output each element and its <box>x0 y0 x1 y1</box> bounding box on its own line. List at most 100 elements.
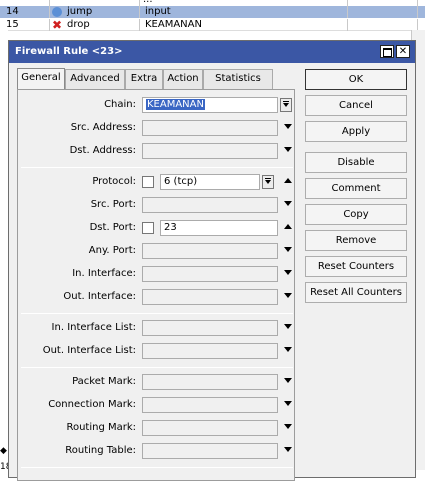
src-port-expand-icon[interactable] <box>284 201 292 206</box>
rule-action: jump <box>64 6 140 18</box>
src-address-input[interactable] <box>142 120 278 136</box>
table-row[interactable]: 14 jump input <box>0 6 425 18</box>
out-interface-list-expand-icon[interactable] <box>284 347 292 352</box>
protocol-dropdown-icon[interactable] <box>262 175 274 189</box>
out-interface-label: Out. Interface: <box>63 291 136 302</box>
in-interface-label: In. Interface: <box>72 268 136 279</box>
table-row[interactable]: 15 ✖ drop KEAMANAN <box>0 19 425 31</box>
chain-dropdown-icon[interactable] <box>280 98 292 112</box>
separator <box>21 467 293 468</box>
dialog-title: Firewall Rule <23> <box>15 46 123 57</box>
packet-mark-label: Packet Mark: <box>72 376 136 387</box>
scroll-left-icon[interactable]: ◆ <box>0 446 7 456</box>
firewall-rule-dialog: Firewall Rule <23> ✕ General Advanced Ex… <box>8 40 416 481</box>
tab-statistics[interactable]: Statistics <box>203 69 273 89</box>
dst-port-label: Dst. Port: <box>89 222 136 233</box>
src-port-input[interactable] <box>142 197 278 213</box>
table-left-gutter <box>0 30 8 478</box>
connection-mark-label: Connection Mark: <box>48 399 136 410</box>
connection-mark-expand-icon[interactable] <box>284 401 292 406</box>
in-interface-row: In. Interface: <box>18 265 296 283</box>
tab-advanced[interactable]: Advanced <box>65 69 125 89</box>
cancel-button[interactable]: Cancel <box>305 95 407 116</box>
rule-target: KEAMANAN <box>140 19 348 31</box>
tab-general[interactable]: General <box>17 68 65 90</box>
protocol-collapse-icon[interactable] <box>284 178 292 183</box>
protocol-label: Protocol: <box>92 176 136 187</box>
in-interface-list-label: In. Interface List: <box>51 322 136 333</box>
chain-input[interactable]: KEAMANAN <box>142 97 278 113</box>
connection-mark-input[interactable] <box>142 397 278 413</box>
dst-port-negate-checkbox[interactable] <box>142 222 154 234</box>
routing-table-input[interactable] <box>142 443 278 459</box>
in-interface-input[interactable] <box>142 266 278 282</box>
remove-button[interactable]: Remove <box>305 230 407 251</box>
routing-table-row: Routing Table: <box>18 442 296 460</box>
src-address-row: Src. Address: <box>18 119 296 137</box>
src-address-label: Src. Address: <box>70 122 136 133</box>
comment-button[interactable]: Comment <box>305 178 407 199</box>
separator <box>21 313 293 314</box>
separator <box>21 367 293 368</box>
any-port-input[interactable] <box>142 243 278 259</box>
any-port-row: Any. Port: <box>18 242 296 260</box>
dst-address-label: Dst. Address: <box>69 145 136 156</box>
general-tab-panel: Chain: KEAMANAN Src. Address: Dst. Addre… <box>17 89 295 481</box>
packet-mark-row: Packet Mark: <box>18 373 296 391</box>
out-interface-list-input[interactable] <box>142 343 278 359</box>
out-interface-list-row: Out. Interface List: <box>18 342 296 360</box>
ok-button[interactable]: OK <box>305 69 407 90</box>
in-interface-list-expand-icon[interactable] <box>284 324 292 329</box>
routing-table-label: Routing Table: <box>65 445 136 456</box>
disable-button[interactable]: Disable <box>305 152 407 173</box>
dialog-titlebar[interactable]: Firewall Rule <23> ✕ <box>9 41 415 63</box>
protocol-input[interactable]: 6 (tcp) <box>160 174 260 190</box>
protocol-row: Protocol: 6 (tcp) <box>18 173 296 191</box>
chain-label: Chain: <box>104 99 136 110</box>
in-interface-list-row: In. Interface List: <box>18 319 296 337</box>
connection-mark-row: Connection Mark: <box>18 396 296 414</box>
tab-extra[interactable]: Extra <box>125 69 163 89</box>
dst-address-expand-icon[interactable] <box>284 147 292 152</box>
reset-counters-button[interactable]: Reset Counters <box>305 256 407 277</box>
drop-icon: ✖ <box>52 18 63 32</box>
chain-value: KEAMANAN <box>146 99 205 110</box>
src-address-expand-icon[interactable] <box>284 124 292 129</box>
protocol-negate-checkbox[interactable] <box>142 176 154 188</box>
out-interface-row: Out. Interface: <box>18 288 296 306</box>
out-interface-input[interactable] <box>142 289 278 305</box>
reset-all-counters-button[interactable]: Reset All Counters <box>305 282 407 303</box>
dst-address-row: Dst. Address: <box>18 142 296 160</box>
jump-icon <box>52 7 62 17</box>
in-interface-expand-icon[interactable] <box>284 270 292 275</box>
routing-mark-input[interactable] <box>142 420 278 436</box>
packet-mark-input[interactable] <box>142 374 278 390</box>
dst-address-input[interactable] <box>142 143 278 159</box>
chain-row: Chain: KEAMANAN <box>18 96 296 114</box>
apply-button[interactable]: Apply <box>305 121 407 142</box>
separator <box>21 167 293 168</box>
any-port-label: Any. Port: <box>88 245 136 256</box>
tab-action[interactable]: Action <box>163 69 203 89</box>
routing-table-expand-icon[interactable] <box>284 447 292 452</box>
rule-number: 14 <box>0 6 50 18</box>
dst-port-input[interactable]: 23 <box>160 220 278 236</box>
rule-target: input <box>140 6 348 18</box>
dst-port-row: Dst. Port: 23 <box>18 219 296 237</box>
packet-mark-expand-icon[interactable] <box>284 378 292 383</box>
routing-mark-label: Routing Mark: <box>66 422 136 433</box>
close-icon[interactable]: ✕ <box>396 45 410 58</box>
routing-mark-expand-icon[interactable] <box>284 424 292 429</box>
in-interface-list-input[interactable] <box>142 320 278 336</box>
table-cell <box>348 6 418 18</box>
dst-port-collapse-icon[interactable] <box>284 224 292 229</box>
src-port-row: Src. Port: <box>18 196 296 214</box>
copy-button[interactable]: Copy <box>305 204 407 225</box>
src-port-label: Src. Port: <box>90 199 136 210</box>
any-port-expand-icon[interactable] <box>284 247 292 252</box>
routing-mark-row: Routing Mark: <box>18 419 296 437</box>
maximize-icon[interactable] <box>380 45 394 58</box>
rule-action: drop <box>64 19 140 31</box>
out-interface-list-label: Out. Interface List: <box>42 345 136 356</box>
out-interface-expand-icon[interactable] <box>284 293 292 298</box>
